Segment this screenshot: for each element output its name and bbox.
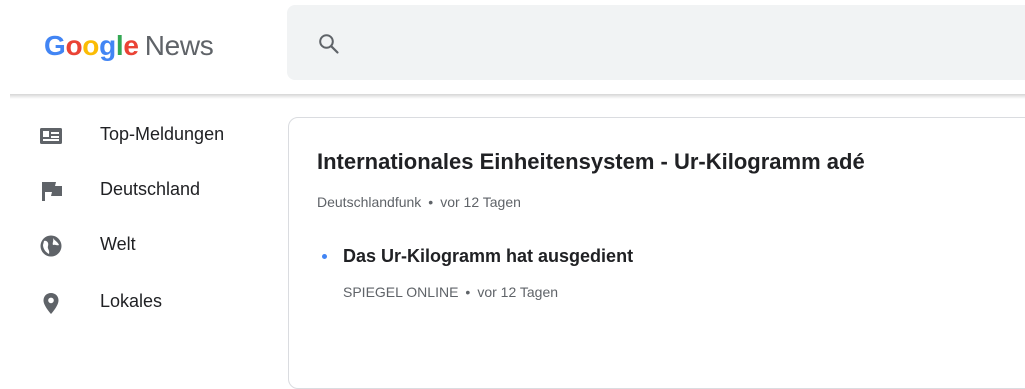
related-time: vor 12 Tagen xyxy=(477,284,559,300)
sidebar-item-label: Lokales xyxy=(100,291,163,311)
story-time: vor 12 Tagen xyxy=(440,194,521,210)
google-wordmark: Google xyxy=(44,30,139,61)
globe-icon xyxy=(40,235,62,257)
sidebar-item-top-meldungen[interactable]: Top-Meldungen xyxy=(0,112,270,160)
sidebar-item-label: Welt xyxy=(100,234,136,254)
sidebar-item-label: Top-Meldungen xyxy=(100,124,225,144)
header-divider xyxy=(10,94,1025,99)
story-meta: Deutschlandfunk • vor 12 Tagen xyxy=(317,194,521,210)
flag-icon xyxy=(42,182,62,201)
related-meta: SPIEGEL ONLINE • vor 12 Tagen xyxy=(343,284,558,300)
search-bar[interactable] xyxy=(287,5,1025,80)
location-pin-icon xyxy=(43,293,59,314)
sidebar-item-lokales[interactable]: Lokales xyxy=(0,279,270,327)
sidebar-item-deutschland[interactable]: Deutschland xyxy=(0,167,270,215)
google-news-logo[interactable]: Google News xyxy=(44,30,214,62)
newspaper-icon xyxy=(40,128,62,144)
app-header: Google News xyxy=(0,0,1025,96)
meta-separator: • xyxy=(465,284,471,300)
sidebar-item-welt[interactable]: Welt xyxy=(0,222,270,270)
related-bullet xyxy=(322,254,327,259)
sidebar-item-label: Deutschland xyxy=(100,179,201,199)
story-card: Internationales Einheitensystem - Ur-Kil… xyxy=(288,117,1025,389)
meta-separator: • xyxy=(428,194,434,210)
news-wordmark: News xyxy=(144,30,214,61)
related-headline[interactable]: Das Ur-Kilogramm hat ausgedient xyxy=(343,246,633,267)
story-source[interactable]: Deutschlandfunk xyxy=(317,194,421,210)
related-source[interactable]: SPIEGEL ONLINE xyxy=(343,284,458,300)
story-headline[interactable]: Internationales Einheitensystem - Ur-Kil… xyxy=(317,149,865,175)
search-icon[interactable] xyxy=(317,32,341,56)
